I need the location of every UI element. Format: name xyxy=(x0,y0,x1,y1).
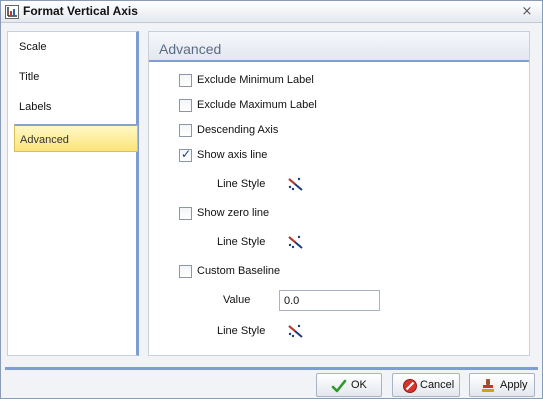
checkbox-label: Custom Baseline xyxy=(197,265,281,277)
line-style-label: Line Style xyxy=(217,325,266,337)
cancel-label: Cancel xyxy=(420,379,455,391)
close-icon[interactable]: × xyxy=(520,5,534,19)
checkbox-label: Show axis line xyxy=(197,149,268,161)
line-style-label: Line Style xyxy=(217,178,266,190)
exclude-minimum-label-checkbox[interactable] xyxy=(179,74,192,87)
sidebar-item-labels[interactable]: Labels xyxy=(14,93,138,121)
apply-label: Apply xyxy=(500,379,528,391)
baseline-value-input[interactable] xyxy=(279,290,380,311)
checkbox-label: Descending Axis xyxy=(197,124,279,136)
category-sidebar: Scale Title Labels Advanced xyxy=(7,31,139,356)
custom-baseline-checkbox[interactable] xyxy=(179,265,192,278)
checkbox-label: Show zero line xyxy=(197,207,270,219)
apply-button[interactable]: Apply xyxy=(469,373,535,397)
stamp-icon xyxy=(482,379,494,392)
line-style-picker-icon[interactable] xyxy=(287,176,305,192)
chart-axis-icon xyxy=(5,5,19,19)
title-bar: Format Vertical Axis × xyxy=(1,1,542,23)
ok-button[interactable]: OK xyxy=(316,373,382,397)
cancel-icon xyxy=(403,379,417,393)
line-style-picker-icon[interactable] xyxy=(287,234,305,250)
cancel-button[interactable]: Cancel xyxy=(392,373,460,397)
checkbox-label: Exclude Minimum Label xyxy=(197,74,314,86)
sidebar-item-scale[interactable]: Scale xyxy=(14,33,138,61)
ok-label: OK xyxy=(351,379,367,391)
descending-axis-checkbox[interactable] xyxy=(179,124,192,137)
checkbox-label: Exclude Maximum Label xyxy=(197,99,317,111)
show-zero-line-checkbox[interactable] xyxy=(179,207,192,220)
sidebar-item-label: Advanced xyxy=(20,134,69,146)
footer-divider xyxy=(5,367,538,370)
format-vertical-axis-dialog: Format Vertical Axis × Scale Title Label… xyxy=(0,0,543,399)
baseline-value-label: Value xyxy=(223,294,251,306)
line-style-label: Line Style xyxy=(217,236,266,248)
sidebar-item-label: Labels xyxy=(19,101,52,113)
sidebar-item-advanced[interactable]: Advanced xyxy=(14,124,138,152)
advanced-options-panel: Advanced Exclude Minimum Label Exclude M… xyxy=(148,31,530,356)
section-header: Advanced xyxy=(149,32,529,62)
section-title: Advanced xyxy=(159,41,222,57)
sidebar-item-label: Scale xyxy=(19,41,47,53)
sidebar-item-label: Title xyxy=(19,71,40,83)
line-style-picker-icon[interactable] xyxy=(287,323,305,339)
sidebar-item-title[interactable]: Title xyxy=(14,63,138,91)
show-axis-line-checkbox[interactable] xyxy=(179,147,192,162)
exclude-maximum-label-checkbox[interactable] xyxy=(179,99,192,112)
window-title: Format Vertical Axis xyxy=(23,4,138,18)
checkmark-icon xyxy=(331,379,347,393)
